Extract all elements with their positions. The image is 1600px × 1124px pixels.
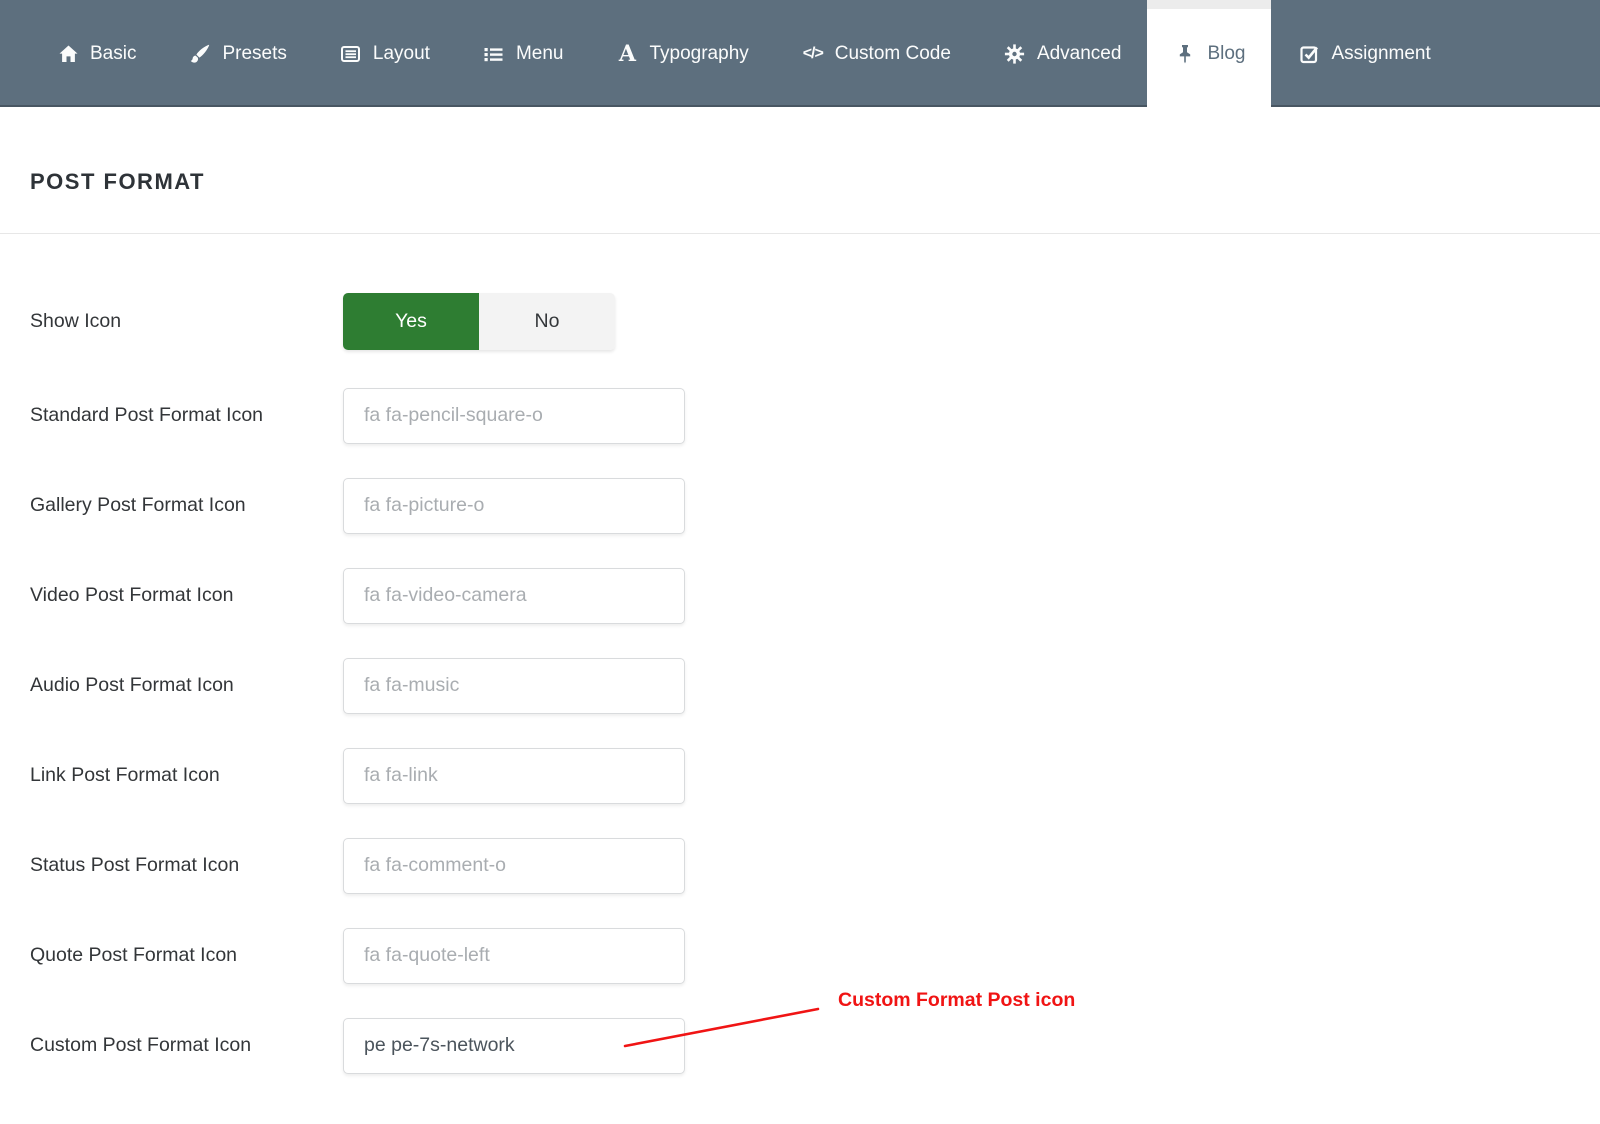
tab-blog[interactable]: Blog bbox=[1147, 0, 1271, 107]
annotation-label: Custom Format Post icon bbox=[838, 989, 1075, 1012]
field-label: Show Icon bbox=[30, 310, 343, 333]
tab-label: Typography bbox=[649, 43, 748, 65]
form-row: Custom Post Format Icon bbox=[30, 1017, 685, 1074]
quote-post-format-icon-input[interactable] bbox=[343, 928, 685, 984]
field-label: Standard Post Format Icon bbox=[30, 404, 343, 427]
tab-label: Basic bbox=[90, 43, 136, 65]
tab-advanced[interactable]: Advanced bbox=[977, 0, 1148, 107]
custom-post-format-icon-input[interactable] bbox=[343, 1018, 685, 1074]
tab-label: Custom Code bbox=[835, 43, 951, 65]
form-row: Gallery Post Format Icon bbox=[30, 477, 685, 534]
code-icon: </> bbox=[801, 43, 825, 65]
show-icon-toggle: Yes No bbox=[343, 293, 615, 350]
section-divider bbox=[0, 233, 1600, 234]
form-row-show-icon: Show Icon Yes No bbox=[30, 293, 615, 350]
audio-post-format-icon-input[interactable] bbox=[343, 658, 685, 714]
field-label: Audio Post Format Icon bbox=[30, 674, 343, 697]
tab-layout[interactable]: Layout bbox=[313, 0, 456, 107]
field-label: Video Post Format Icon bbox=[30, 584, 343, 607]
home-icon bbox=[56, 43, 80, 65]
toggle-yes-button[interactable]: Yes bbox=[343, 293, 479, 350]
tab-label: Presets bbox=[222, 43, 286, 65]
field-label: Custom Post Format Icon bbox=[30, 1034, 343, 1057]
tab-menu[interactable]: Menu bbox=[456, 0, 590, 107]
tab-label: Layout bbox=[373, 43, 430, 65]
top-tab-bar: Basic Presets Layout Menu A bbox=[0, 0, 1600, 107]
tab-label: Assignment bbox=[1331, 43, 1430, 65]
tab-assignment[interactable]: Assignment bbox=[1271, 0, 1456, 107]
toggle-no-button[interactable]: No bbox=[479, 293, 615, 350]
field-label: Status Post Format Icon bbox=[30, 854, 343, 877]
paintbrush-icon bbox=[188, 43, 212, 65]
form-row: Quote Post Format Icon bbox=[30, 927, 685, 984]
form-row: Link Post Format Icon bbox=[30, 747, 685, 804]
standard-post-format-icon-input[interactable] bbox=[343, 388, 685, 444]
typography-icon: A bbox=[615, 43, 639, 65]
field-label: Quote Post Format Icon bbox=[30, 944, 343, 967]
tab-presets[interactable]: Presets bbox=[162, 0, 312, 107]
checkbox-icon bbox=[1297, 43, 1321, 65]
field-label: Gallery Post Format Icon bbox=[30, 494, 343, 517]
layout-icon bbox=[339, 43, 363, 65]
tab-typography[interactable]: A Typography bbox=[589, 0, 774, 107]
tab-label: Blog bbox=[1207, 43, 1245, 65]
page-title: POST FORMAT bbox=[30, 169, 205, 195]
tab-custom-code[interactable]: </> Custom Code bbox=[775, 0, 977, 107]
link-post-format-icon-input[interactable] bbox=[343, 748, 685, 804]
video-post-format-icon-input[interactable] bbox=[343, 568, 685, 624]
form-row: Status Post Format Icon bbox=[30, 837, 685, 894]
gallery-post-format-icon-input[interactable] bbox=[343, 478, 685, 534]
form-row: Standard Post Format Icon bbox=[30, 387, 685, 444]
list-icon bbox=[482, 43, 506, 65]
pin-icon bbox=[1173, 43, 1197, 65]
tab-label: Advanced bbox=[1037, 43, 1122, 65]
tab-basic[interactable]: Basic bbox=[30, 0, 162, 107]
status-post-format-icon-input[interactable] bbox=[343, 838, 685, 894]
form-row: Audio Post Format Icon bbox=[30, 657, 685, 714]
form-row: Video Post Format Icon bbox=[30, 567, 685, 624]
tab-label: Menu bbox=[516, 43, 564, 65]
field-label: Link Post Format Icon bbox=[30, 764, 343, 787]
gear-icon bbox=[1003, 43, 1027, 65]
